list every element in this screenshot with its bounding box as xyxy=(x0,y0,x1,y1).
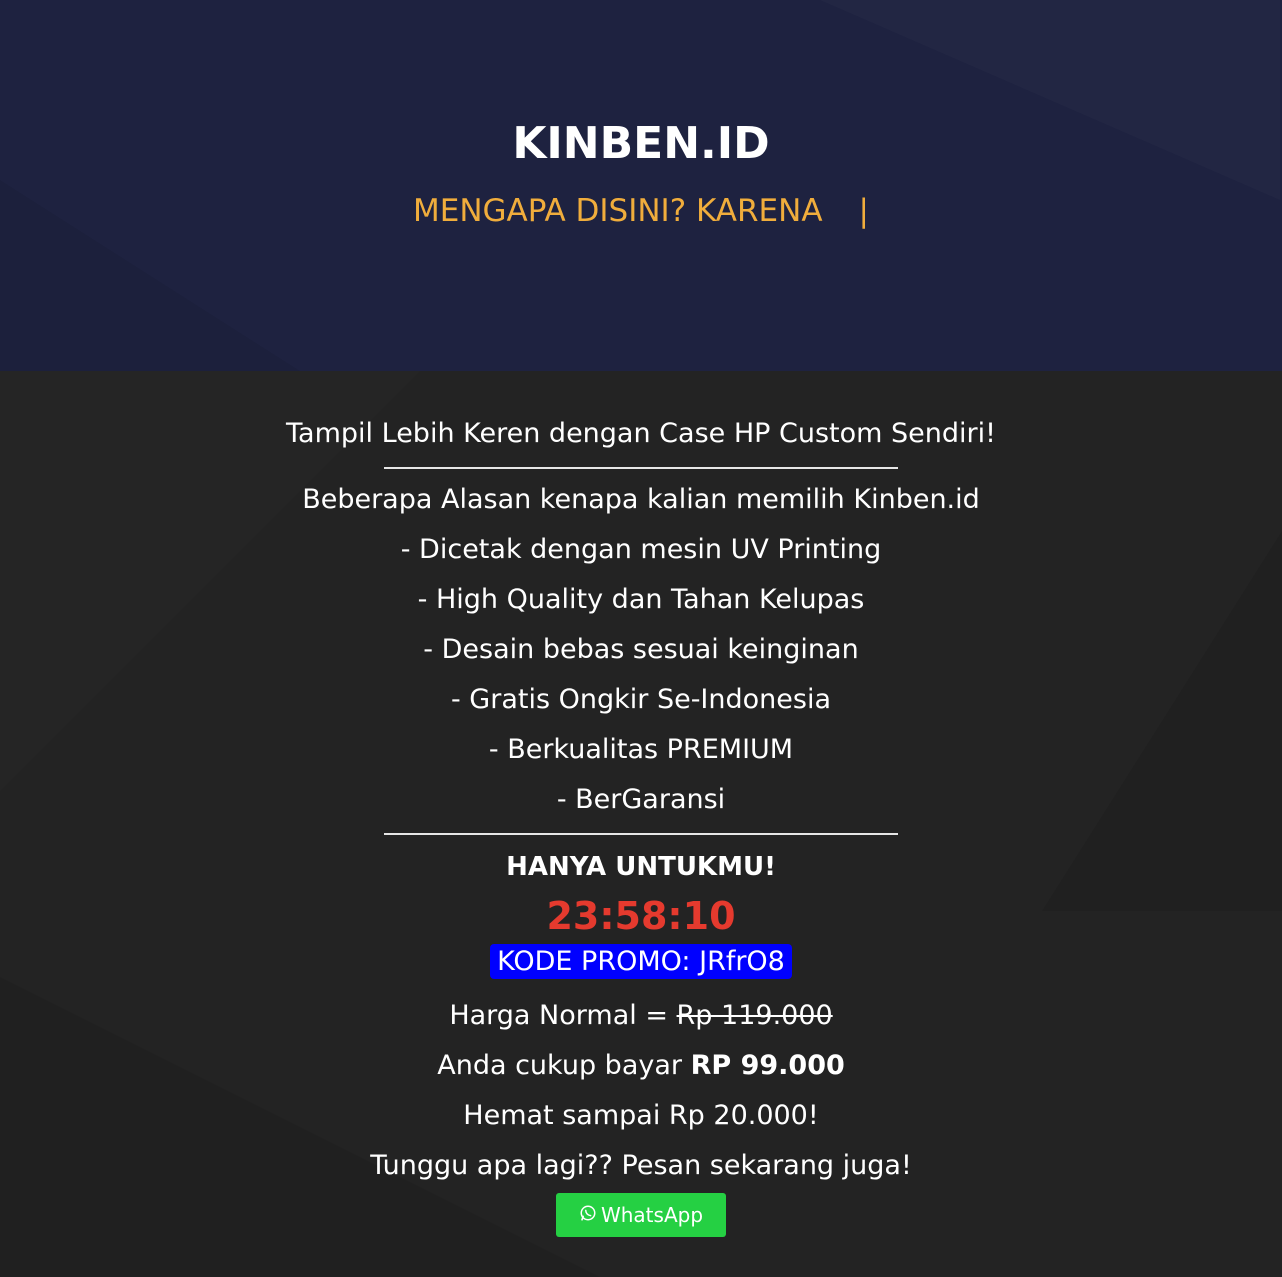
normal-price: Rp 119.000 xyxy=(676,1000,833,1031)
countdown-timer: 23:58:10 xyxy=(546,894,736,938)
cta-text: Tunggu apa lagi?? Pesan sekarang juga! xyxy=(370,1150,912,1181)
whatsapp-label: WhatsApp xyxy=(600,1203,704,1227)
pay-price-label: Anda cukup bayar xyxy=(437,1050,682,1081)
whatsapp-button[interactable]: WhatsApp xyxy=(556,1193,726,1237)
offer-title: HANYA UNTUKMU! xyxy=(506,852,776,882)
savings-text: Hemat sampai Rp 20.000! xyxy=(463,1100,819,1131)
hero-decor xyxy=(820,0,1280,200)
site-title: KINBEN.ID xyxy=(512,118,770,169)
promo-code-badge: KODE PROMO: JRfrO8 xyxy=(490,944,792,979)
section-heading: Tampil Lebih Keren dengan Case HP Custom… xyxy=(286,418,996,449)
divider-top xyxy=(384,467,898,469)
reason-item: - Gratis Ongkir Se-Indonesia xyxy=(450,684,832,715)
tagline: MENGAPA DISINI? KARENA | xyxy=(0,193,1282,229)
reasons-title: Beberapa Alasan kenapa kalian memilih Ki… xyxy=(302,484,980,515)
reason-item: - Berkualitas PREMIUM xyxy=(488,734,794,765)
whatsapp-icon xyxy=(579,1203,601,1227)
normal-price-row: Harga Normal = Rp 119.000 xyxy=(0,1000,1282,1031)
reason-item: - High Quality dan Tahan Kelupas xyxy=(417,584,865,615)
pay-price-row: Anda cukup bayar RP 99.000 xyxy=(0,1050,1282,1081)
promo-code-row: KODE PROMO: JRfrO8 xyxy=(0,944,1282,979)
normal-price-label: Harga Normal = xyxy=(449,1000,668,1031)
reason-item: - Dicetak dengan mesin UV Printing xyxy=(400,534,882,565)
pay-price: RP 99.000 xyxy=(690,1050,845,1081)
reason-item: - BerGaransi xyxy=(556,784,726,815)
hero-section: KINBEN.ID MENGAPA DISINI? KARENA | xyxy=(0,0,1282,371)
divider-bottom xyxy=(384,833,898,835)
typing-cursor: | xyxy=(858,193,869,229)
reason-item: - Desain bebas sesuai keinginan xyxy=(423,634,859,665)
tagline-text: MENGAPA DISINI? KARENA xyxy=(413,193,823,229)
